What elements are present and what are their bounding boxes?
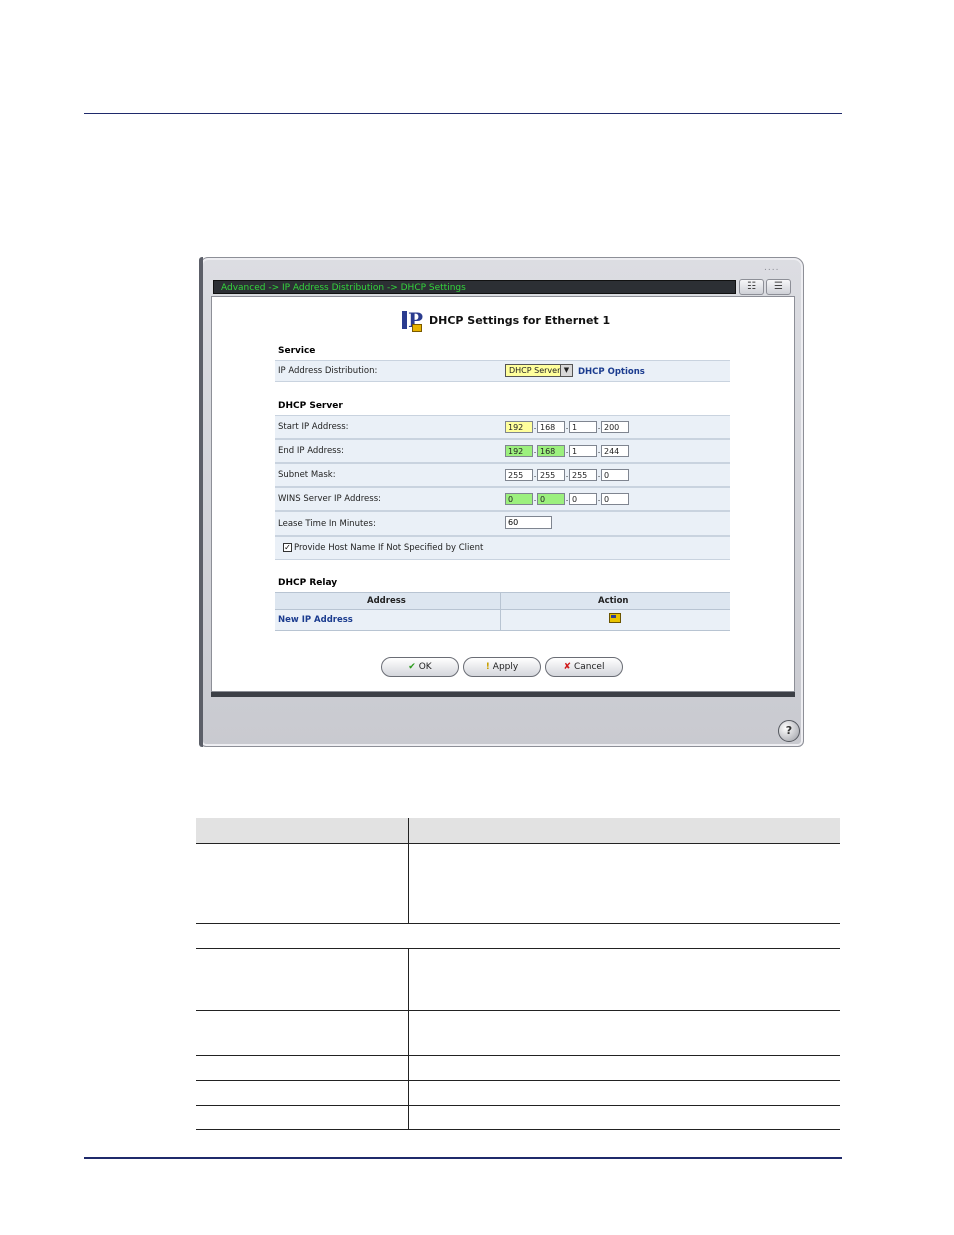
subnet-mask-label: Subnet Mask: (278, 470, 336, 480)
wins-ip-group: 0. 0. 0. 0 (505, 493, 629, 505)
header-rule (84, 113, 842, 114)
apply-button-label: Apply (492, 662, 519, 672)
document-table-row (196, 1011, 840, 1056)
wins-ip-octet-3[interactable]: 0 (569, 493, 597, 505)
provide-host-name-row: ✓ Provide Host Name If Not Specified by … (275, 536, 730, 560)
end-ip-octet-3[interactable]: 1 (569, 445, 597, 457)
ip-distribution-label: IP Address Distribution: (278, 366, 378, 376)
page-heading: P DHCP Settings for Ethernet 1 (400, 308, 610, 332)
address-column-header: Address (367, 596, 406, 606)
subnet-mask-octet-4[interactable]: 0 (601, 469, 629, 481)
chevron-down-icon: ▼ (560, 365, 572, 376)
ok-button-label: OK (418, 662, 432, 672)
start-ip-octet-2[interactable]: 168 (537, 421, 565, 433)
exclamation-icon: ! (485, 662, 490, 672)
wins-ip-octet-2[interactable]: 0 (537, 493, 565, 505)
content-bottom-border (211, 692, 795, 697)
subnet-mask-row: Subnet Mask: 255. 255. 255. 0 (275, 463, 730, 487)
start-ip-octet-3[interactable]: 1 (569, 421, 597, 433)
page-title: DHCP Settings for Ethernet 1 (429, 313, 611, 327)
end-ip-label: End IP Address: (278, 446, 344, 456)
new-entry-icon[interactable] (609, 613, 621, 623)
dhcp-options-link[interactable]: DHCP Options (578, 367, 645, 377)
help-icon: ? (785, 724, 793, 737)
document-table-row (196, 1056, 840, 1081)
action-column-header: Action (598, 596, 629, 606)
list-icon: ☰ (774, 281, 783, 292)
wins-ip-row: WINS Server IP Address: 0. 0. 0. 0 (275, 487, 730, 511)
lease-time-label: Lease Time In Minutes: (278, 519, 376, 529)
cancel-button[interactable]: ✘ Cancel (545, 657, 623, 677)
relay-table-header: Address Action (275, 592, 730, 610)
lease-time-row: Lease Time In Minutes: 60 (275, 511, 730, 536)
start-ip-label: Start IP Address: (278, 422, 349, 432)
relay-table-row: New IP Address (275, 610, 730, 631)
subnet-mask-octet-1[interactable]: 255 (505, 469, 533, 481)
ip-distribution-row: IP Address Distribution: DHCP Server ▼ D… (275, 360, 730, 382)
ok-button[interactable]: ✔ OK (381, 657, 459, 677)
ip-settings-icon: P (400, 308, 424, 332)
document-table-section-row (196, 924, 840, 949)
wins-ip-label: WINS Server IP Address: (278, 494, 381, 504)
document-table-row (196, 1081, 840, 1106)
checkmark-icon: ✓ (284, 543, 291, 552)
start-ip-row: Start IP Address: 192. 168. 1. 200 (275, 415, 730, 439)
footer-rule (84, 1157, 842, 1159)
provide-host-name-label: Provide Host Name If Not Specified by Cl… (294, 543, 484, 553)
x-icon: ✘ (563, 662, 572, 672)
new-ip-address-link[interactable]: New IP Address (278, 615, 353, 625)
list-view-button[interactable]: ☰ (766, 279, 791, 295)
ip-distribution-value: DHCP Server (509, 366, 561, 375)
document-table-row (196, 1106, 840, 1130)
provide-host-name-checkbox[interactable]: ✓ (283, 543, 292, 552)
checkmark-icon: ✔ (408, 662, 416, 672)
service-section-title: Service (278, 346, 316, 356)
end-ip-group: 192. 168. 1. 244 (505, 445, 629, 457)
document-table-row (196, 949, 840, 1011)
start-ip-octet-1[interactable]: 192 (505, 421, 533, 433)
cancel-button-label: Cancel (573, 662, 605, 672)
wins-ip-octet-4[interactable]: 0 (601, 493, 629, 505)
breadcrumb: Advanced -> IP Address Distribution -> D… (213, 280, 736, 294)
subnet-mask-group: 255. 255. 255. 0 (505, 469, 629, 481)
network-map-button[interactable]: ☷ (739, 279, 764, 295)
end-ip-octet-4[interactable]: 244 (601, 445, 629, 457)
dhcp-server-section-title: DHCP Server (278, 401, 343, 411)
network-icon: ☷ (747, 281, 756, 292)
wins-ip-octet-1[interactable]: 0 (505, 493, 533, 505)
end-ip-octet-2[interactable]: 168 (537, 445, 565, 457)
end-ip-octet-1[interactable]: 192 (505, 445, 533, 457)
start-ip-octet-4[interactable]: 200 (601, 421, 629, 433)
subnet-mask-octet-3[interactable]: 255 (569, 469, 597, 481)
apply-button[interactable]: ! Apply (463, 657, 541, 677)
start-ip-group: 192. 168. 1. 200 (505, 421, 629, 433)
subnet-mask-octet-2[interactable]: 255 (537, 469, 565, 481)
lease-time-input[interactable]: 60 (505, 516, 552, 529)
help-button[interactable]: ? (778, 720, 800, 742)
document-table-header (196, 818, 840, 844)
window-left-edge (199, 257, 203, 747)
end-ip-row: End IP Address: 192. 168. 1. 244 (275, 439, 730, 463)
dhcp-relay-section-title: DHCP Relay (278, 578, 338, 588)
document-table-row (196, 844, 840, 924)
window-grip[interactable]: .... (764, 263, 779, 273)
ip-distribution-select[interactable]: DHCP Server ▼ (505, 364, 573, 377)
